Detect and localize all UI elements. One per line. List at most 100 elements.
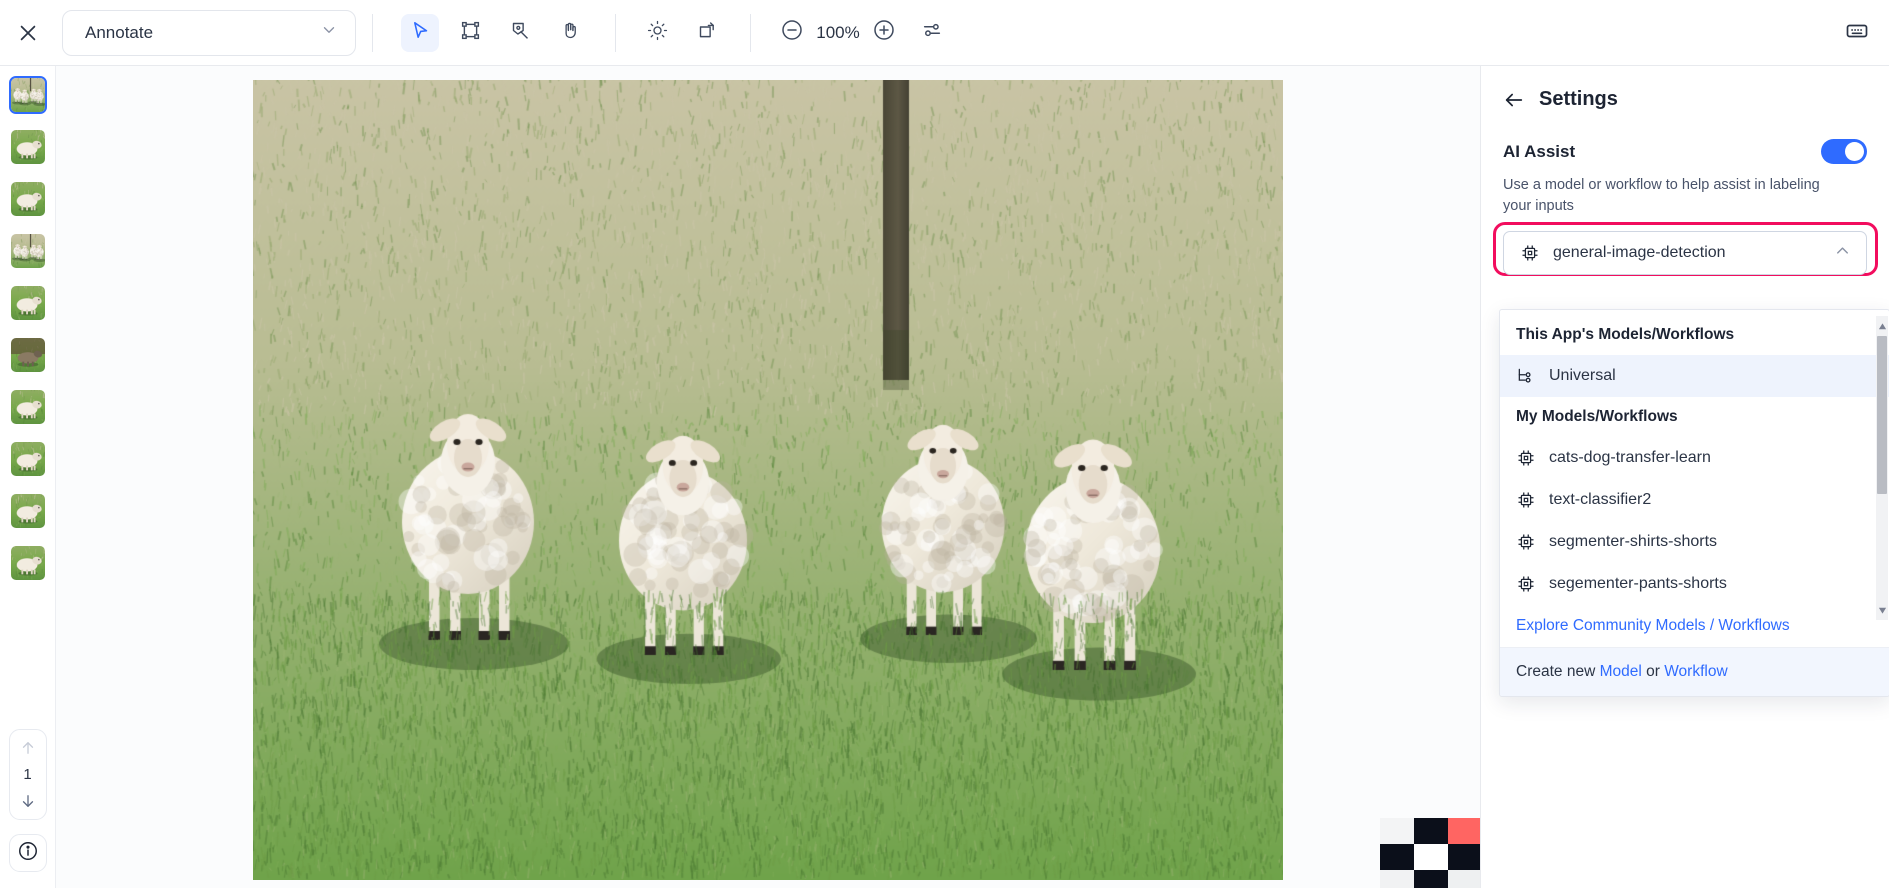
thumbnail-image xyxy=(10,494,45,528)
dropdown-item-label: segementer-pants-shorts xyxy=(1549,575,1727,592)
thumbnail-image xyxy=(10,286,45,320)
dropdown-group-title: This App's Models/Workflows xyxy=(1516,326,1735,343)
create-model-link[interactable]: Model xyxy=(1600,663,1642,680)
create-new-middle: or xyxy=(1641,663,1665,680)
hand-icon xyxy=(560,20,581,46)
zoom-in-button[interactable] xyxy=(867,16,901,50)
toggle-knob xyxy=(1845,142,1864,161)
dropdown-item[interactable]: segementer-pants-shorts xyxy=(1500,563,1889,605)
dropdown-group-title: My Models/Workflows xyxy=(1516,408,1678,425)
minus-circle-icon xyxy=(780,18,804,47)
ai-assist-helper-text: Use a model or workflow to help assist i… xyxy=(1503,177,1820,215)
ai-assist-label: AI Assist xyxy=(1503,141,1576,161)
thumbnail-item[interactable] xyxy=(9,388,47,426)
chevron-down-icon xyxy=(320,21,338,44)
mode-select-value: Annotate xyxy=(85,22,154,42)
info-button[interactable] xyxy=(8,834,47,872)
dropdown-scrollbar[interactable] xyxy=(1876,316,1888,620)
page-down-button[interactable] xyxy=(19,792,37,810)
thumbnail-item[interactable] xyxy=(9,232,47,270)
back-button[interactable] xyxy=(1503,89,1525,111)
chip-icon xyxy=(1516,574,1536,594)
view-settings-button[interactable] xyxy=(915,16,949,50)
keyboard-shortcuts-button[interactable] xyxy=(1835,11,1879,55)
toolbar-divider-1 xyxy=(372,13,373,52)
annotation-app: Annotate 100% 1 Settings AI Assist Use a… xyxy=(0,0,1889,888)
keyboard-icon xyxy=(1845,19,1869,48)
dropdown-item[interactable]: text-classifier2 xyxy=(1500,479,1889,521)
thumbnail-image xyxy=(10,546,45,580)
model-dropdown: This App's Models/Workflows Universal My M… xyxy=(1499,309,1889,697)
zoom-controls: 100% xyxy=(775,16,949,50)
thumbnail-item[interactable] xyxy=(9,440,47,478)
thumbnail-item[interactable] xyxy=(9,544,47,582)
close-icon xyxy=(17,22,39,44)
page-title: Settings xyxy=(1539,88,1618,110)
rotate-icon xyxy=(697,20,718,46)
cursor-arrow-icon xyxy=(410,20,431,46)
panel-header: Settings xyxy=(1503,66,1867,115)
thumbnail-rail: 1 xyxy=(0,66,56,888)
checkerboard-minimap xyxy=(1380,810,1480,888)
page-up-button[interactable] xyxy=(19,739,37,757)
thumbnail-item[interactable] xyxy=(9,492,47,530)
thumbnail-image xyxy=(10,338,45,372)
model-select[interactable]: general-image-detection xyxy=(1503,231,1867,276)
dropdown-item[interactable]: cats-dog-transfer-learn xyxy=(1500,437,1889,479)
thumbnail-image xyxy=(10,234,45,268)
mode-select[interactable]: Annotate xyxy=(62,9,356,56)
toolbar-divider-3 xyxy=(750,13,751,52)
zoom-out-button[interactable] xyxy=(775,16,809,50)
create-new-prefix: Create new xyxy=(1516,663,1600,680)
scrollbar-thumb[interactable] xyxy=(1877,336,1887,494)
top-toolbar: Annotate 100% xyxy=(0,0,1889,66)
annotation-image[interactable] xyxy=(253,80,1283,880)
settings-panel: Settings AI Assist Use a model or workfl… xyxy=(1480,66,1889,888)
app-body: 1 Settings AI Assist Use a model or work… xyxy=(0,66,1889,888)
thumbnail-image xyxy=(10,390,45,424)
image-canvas-area[interactable] xyxy=(56,66,1480,888)
thumbnail-image xyxy=(10,130,45,164)
rotate-tool[interactable] xyxy=(688,14,726,52)
thumbnail-image xyxy=(10,78,45,112)
thumbnail-item[interactable] xyxy=(9,180,47,218)
annotation-image-wrapper[interactable] xyxy=(253,80,1283,880)
polygon-tool[interactable] xyxy=(501,14,539,52)
plus-circle-icon xyxy=(872,18,896,47)
workflow-icon xyxy=(1516,366,1536,386)
annotation-tools xyxy=(395,13,595,52)
dropdown-item-label: Universal xyxy=(1549,367,1616,384)
sun-icon xyxy=(647,20,668,46)
ai-assist-row: AI Assist xyxy=(1503,139,1867,164)
scroll-up-arrow[interactable] xyxy=(1877,319,1887,333)
brightness-tool[interactable] xyxy=(638,14,676,52)
zoom-level-value[interactable]: 100% xyxy=(809,23,867,43)
chevron-up-icon xyxy=(1833,241,1852,265)
thumbnail-image xyxy=(10,442,45,476)
close-button[interactable] xyxy=(6,11,50,55)
thumbnail-list xyxy=(8,76,47,596)
explore-community-link[interactable]: Explore Community Models / Workflows xyxy=(1500,605,1889,647)
info-circle-icon xyxy=(17,840,39,867)
pan-tool[interactable] xyxy=(551,14,589,52)
scroll-down-arrow[interactable] xyxy=(1877,603,1887,617)
create-new-row: Create new Model or Workflow xyxy=(1500,647,1889,696)
polygon-pen-icon xyxy=(510,20,531,46)
thumbnail-item[interactable] xyxy=(8,76,47,114)
thumbnail-item[interactable] xyxy=(9,336,47,374)
thumbnail-image xyxy=(10,182,45,216)
select-tool[interactable] xyxy=(401,13,439,52)
bounding-box-icon xyxy=(460,20,481,46)
create-workflow-link[interactable]: Workflow xyxy=(1664,663,1727,680)
page-navigator: 1 xyxy=(8,729,47,820)
chip-icon xyxy=(1516,448,1536,468)
dropdown-item[interactable]: segmenter-shirts-shorts xyxy=(1500,521,1889,563)
dropdown-body: This App's Models/Workflows Universal My M… xyxy=(1500,315,1889,605)
dropdown-item[interactable]: Universal xyxy=(1500,355,1889,397)
sliders-icon xyxy=(921,19,943,46)
thumbnail-item[interactable] xyxy=(9,284,47,322)
thumbnail-item[interactable] xyxy=(9,128,47,166)
bounding-box-tool[interactable] xyxy=(451,14,489,52)
toolbar-divider-2 xyxy=(615,13,616,52)
ai-assist-toggle[interactable] xyxy=(1821,139,1867,164)
